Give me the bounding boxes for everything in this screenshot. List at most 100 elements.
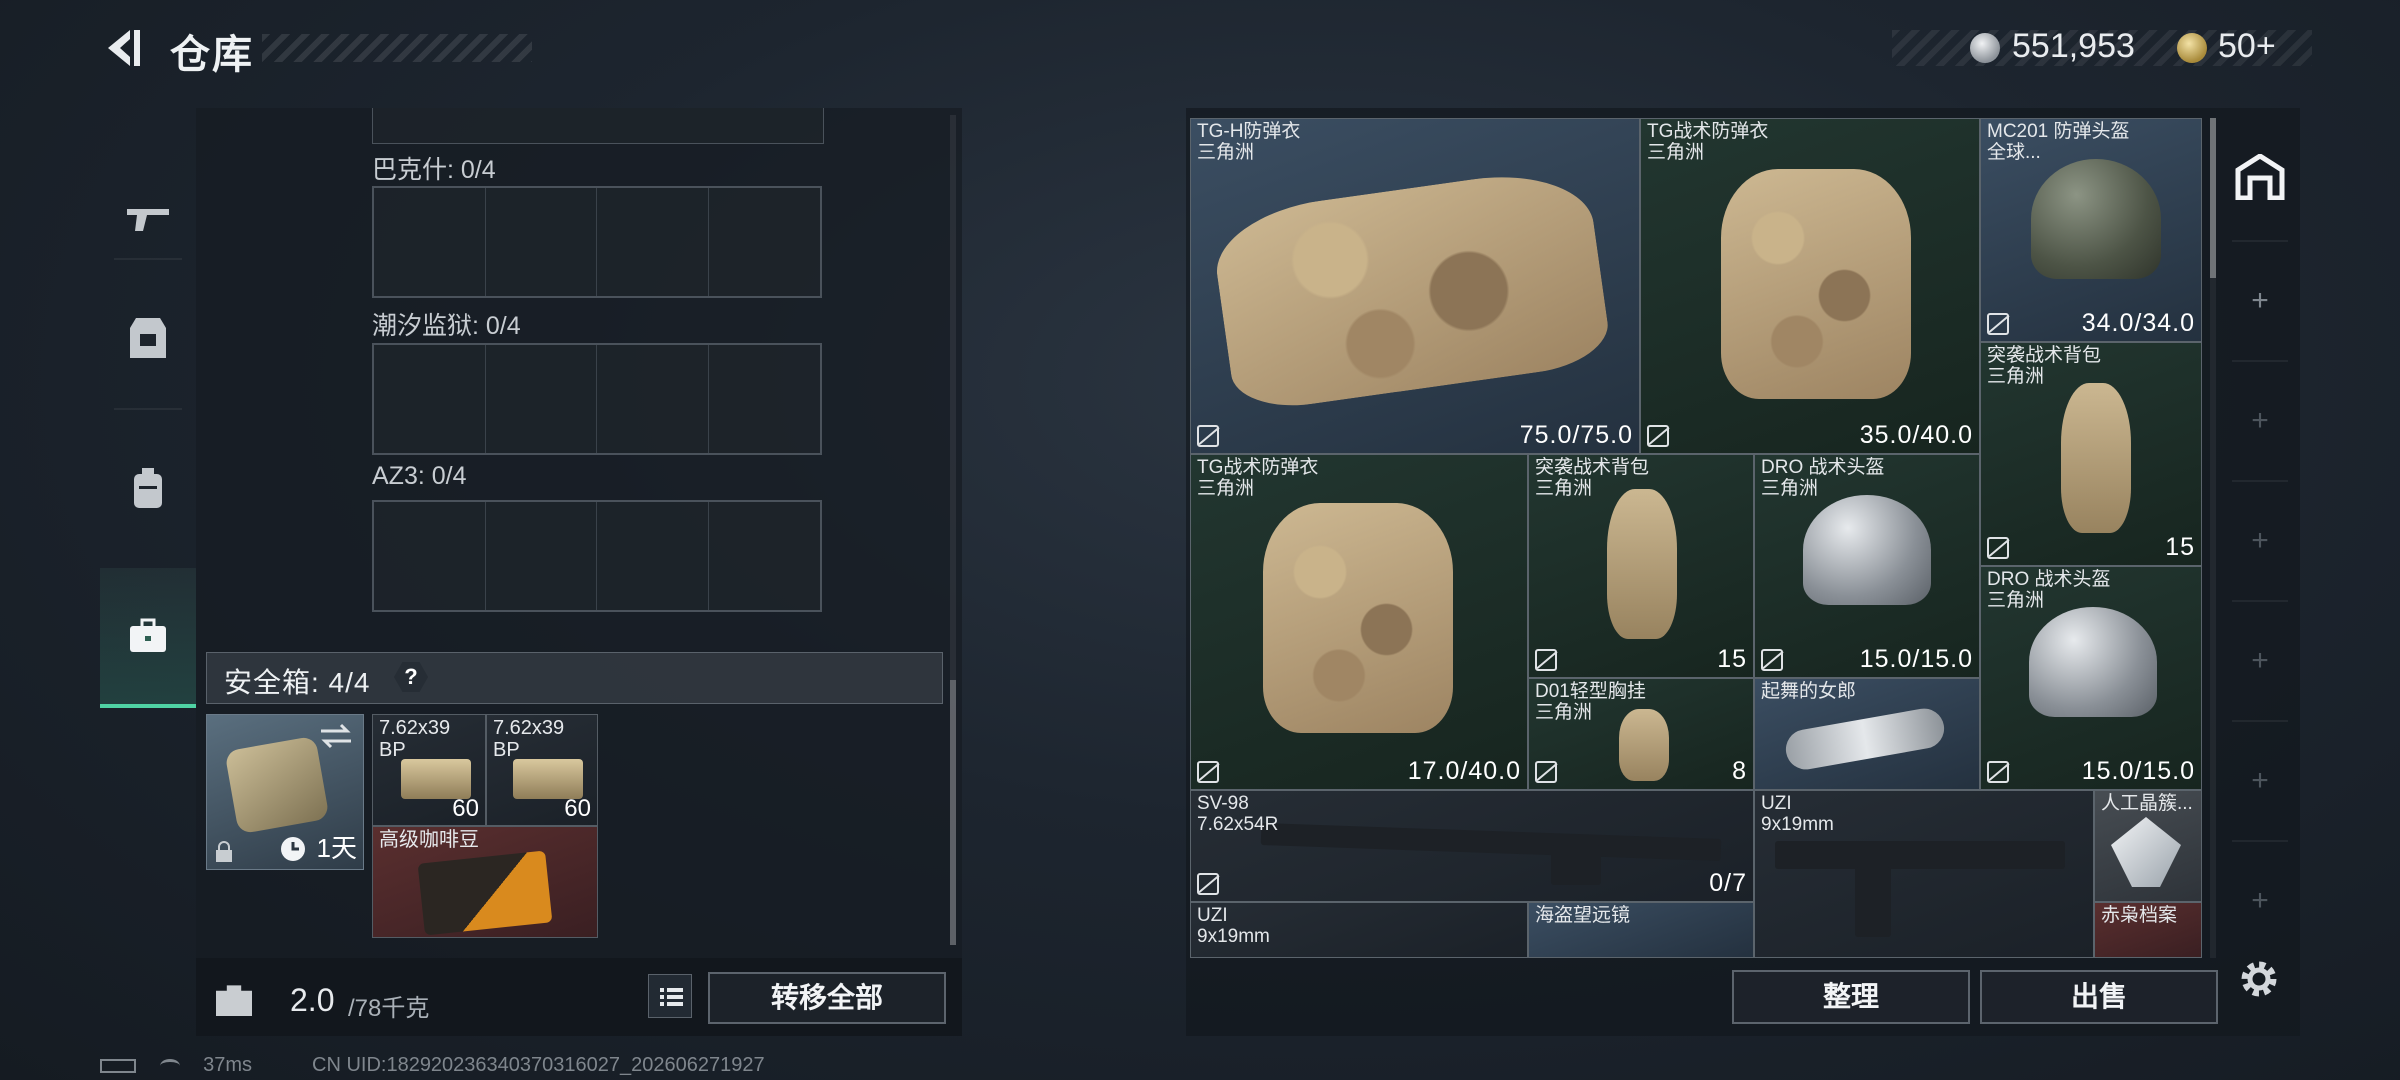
list-icon: [660, 988, 683, 1006]
durability: 15.0/15.0: [1859, 645, 1973, 673]
briefcase-icon: [130, 618, 166, 652]
add-warehouse-button[interactable]: +: [2222, 842, 2298, 960]
ping: 37ms: [203, 1054, 253, 1076]
inventory-item[interactable]: 起舞的女郎: [1754, 678, 1980, 790]
slot-grid[interactable]: [372, 500, 822, 612]
warehouse-tabs: + + + + + +: [2222, 118, 2298, 958]
item-name: 7.62x39 BP: [379, 717, 451, 761]
bonds-amount[interactable]: 50+: [2218, 27, 2276, 66]
safebox-container[interactable]: 1天: [206, 714, 364, 870]
add-warehouse-button[interactable]: +: [2222, 362, 2298, 480]
inventory-item[interactable]: 突袭战术背包 三角洲 15: [1528, 454, 1754, 678]
inventory-item[interactable]: TG战术防弹衣 三角洲 17.0/40.0: [1190, 454, 1528, 790]
plus-icon: +: [2251, 404, 2269, 437]
gear-icon[interactable]: [2236, 956, 2282, 1002]
item-name: DRO 战术头盔 三角洲: [1761, 457, 1885, 499]
item-name: 7.62x39 BP: [493, 717, 565, 761]
category-tabs: [100, 108, 196, 708]
add-warehouse-button[interactable]: +: [2222, 722, 2298, 840]
tab-warehouse-main[interactable]: [2222, 118, 2298, 236]
backpack-icon: [134, 468, 162, 508]
gun-icon: [127, 209, 169, 231]
inventory-item[interactable]: DRO 战术头盔 三角洲 15.0/15.0: [1980, 566, 2202, 790]
sort-button[interactable]: 整理: [1732, 970, 1970, 1024]
inventory-scrollbar-thumb[interactable]: [2210, 118, 2216, 278]
silver-coin-icon: [1970, 33, 2000, 63]
ammo-item[interactable]: 7.62x39 BP 60: [486, 714, 598, 826]
durability: 34.0/34.0: [2081, 309, 2195, 337]
capacity: 15: [1717, 645, 1747, 673]
unsellable-icon: [1761, 649, 1783, 671]
partial-slot: [372, 108, 824, 144]
weight-max: /78千克: [348, 995, 430, 1022]
inventory-item[interactable]: MC201 防弹头盔 全球... 34.0/34.0: [1980, 118, 2202, 342]
inventory-item[interactable]: SV-98 7.62x54R 0/7: [1190, 790, 1754, 902]
item-name: TG战术防弹衣 三角洲: [1647, 121, 1769, 163]
plus-icon: +: [2251, 764, 2269, 797]
slot-label: 巴克什: 0/4: [372, 156, 496, 184]
tab-case[interactable]: [100, 568, 196, 708]
inventory-item[interactable]: UZI 9x19mm: [1190, 902, 1528, 958]
plus-icon: +: [2251, 644, 2269, 677]
status-bar: 37ms: [100, 1054, 252, 1077]
coffee-item[interactable]: 高级咖啡豆: [372, 826, 598, 938]
unsellable-icon: [1535, 761, 1557, 783]
item-count: 60: [564, 795, 591, 822]
weight-value: 2.0: [290, 982, 335, 1018]
unsellable-icon: [1987, 313, 2009, 335]
inventory-item[interactable]: TG战术防弹衣 三角洲 35.0/40.0: [1640, 118, 1980, 454]
ammo-item[interactable]: 7.62x39 BP 60: [372, 714, 486, 826]
tab-backpack[interactable]: [100, 418, 196, 558]
unsellable-icon: [1987, 761, 2009, 783]
inventory-item[interactable]: DRO 战术头盔 三角洲 15.0/15.0: [1754, 454, 1980, 678]
wifi-icon: [159, 1058, 180, 1073]
inventory-item[interactable]: 突袭战术背包 三角洲 15: [1980, 342, 2202, 566]
inventory-item[interactable]: D01轻型胸挂 三角洲 8: [1528, 678, 1754, 790]
inventory-item[interactable]: TG-H防弹衣 三角洲 75.0/75.0: [1190, 118, 1640, 454]
item-name: 突袭战术背包 三角洲: [1535, 457, 1650, 499]
transfer-all-button[interactable]: 转移全部: [708, 972, 946, 1024]
unsellable-icon: [1647, 425, 1669, 447]
unsellable-icon: [1197, 873, 1219, 895]
swap-icon[interactable]: [319, 723, 353, 749]
battery-icon: [100, 1058, 136, 1073]
tab-armor[interactable]: [100, 268, 196, 408]
clock-icon: [281, 837, 305, 861]
armor-icon: [130, 318, 166, 358]
item-name: D01轻型胸挂 三角洲: [1535, 681, 1646, 723]
capacity: 8: [1732, 757, 1747, 785]
left-scrollbar-thumb[interactable]: [950, 680, 956, 945]
safebox-time: 1天: [316, 833, 357, 863]
user-uid: CN UID:18292023634037031602​7_2026062719…: [312, 1054, 765, 1076]
item-name: TG-H防弹衣 三角洲: [1197, 121, 1301, 163]
item-name: 赤枭档案: [2101, 905, 2178, 926]
item-name: UZI 9x19mm: [1197, 905, 1270, 947]
add-warehouse-button[interactable]: +: [2222, 242, 2298, 360]
plus-icon: +: [2251, 524, 2269, 557]
slot-grid[interactable]: [372, 343, 822, 455]
durability: 17.0/40.0: [1407, 757, 1521, 785]
title-decoration: [262, 34, 532, 62]
capacity: 15: [2165, 533, 2195, 561]
tab-weapons[interactable]: [100, 148, 196, 288]
add-warehouse-button[interactable]: +: [2222, 602, 2298, 720]
inventory-item[interactable]: 人工晶簇...: [2094, 790, 2202, 902]
item-name: 高级咖啡豆: [379, 829, 479, 851]
unsellable-icon: [1535, 649, 1557, 671]
money-amount: 551,953: [2012, 27, 2135, 65]
inventory-item[interactable]: UZI 9x19mm: [1754, 790, 2094, 958]
item-name: 海盗望远镜: [1535, 905, 1631, 926]
slot-label: AZ3: 0/4: [372, 462, 467, 490]
inventory-item[interactable]: 赤枭档案: [2094, 902, 2202, 958]
back-arrow-icon[interactable]: [100, 26, 144, 70]
item-count: 60: [452, 795, 479, 822]
add-warehouse-button[interactable]: +: [2222, 482, 2298, 600]
gold-bond-icon: [2177, 33, 2207, 63]
unsellable-icon: [1197, 761, 1219, 783]
slot-grid[interactable]: [372, 186, 822, 298]
list-view-button[interactable]: [648, 974, 692, 1018]
sell-button[interactable]: 出售: [1980, 970, 2218, 1024]
inventory-item[interactable]: 海盗望远镜: [1528, 902, 1754, 958]
slot-label: 潮汐监狱: 0/4: [372, 312, 521, 340]
safebox-label: 安全箱: 4/4: [224, 667, 371, 698]
